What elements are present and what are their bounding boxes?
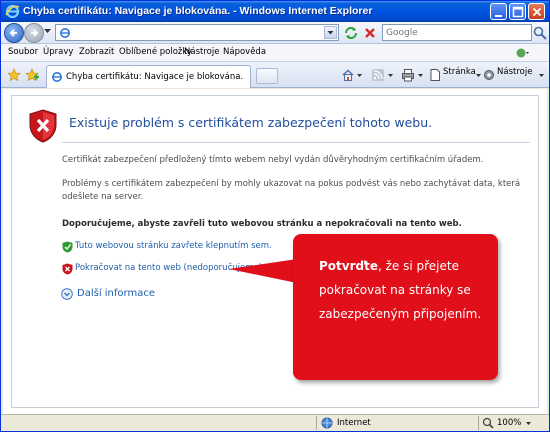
menu-view[interactable]: Zobrazit <box>79 47 114 57</box>
page-icon[interactable] <box>428 68 442 82</box>
security-zone-label: Internet <box>337 418 371 428</box>
maximize-icon <box>512 6 524 18</box>
page-heading: Existuje problém s certifikátem zabezpeč… <box>69 115 433 130</box>
forward-button[interactable] <box>24 23 44 43</box>
shield-error-icon <box>29 109 57 143</box>
favorites-star-icon[interactable] <box>7 68 21 82</box>
status-separator <box>478 416 479 430</box>
minimize-icon <box>495 15 502 17</box>
chevron-down-icon[interactable] <box>538 68 545 82</box>
close-button[interactable] <box>528 3 545 20</box>
window-title: Chyba certifikátu: Navigace je blokována… <box>23 5 373 17</box>
callout-bold: Potvrďte <box>319 259 378 273</box>
maximize-button[interactable] <box>509 3 526 20</box>
tab-command-bar: Chyba certifikátu: Navigace je blokována… <box>1 62 549 88</box>
chevron-down-icon <box>327 31 334 35</box>
menu-tools[interactable]: Nástroje <box>184 47 219 57</box>
tab-title: Chyba certifikátu: Navigace je blokována… <box>66 72 244 82</box>
menu-bar: Soubor Úpravy Zobrazit Oblíbené položky … <box>1 44 549 62</box>
add-favorites-icon[interactable] <box>25 68 39 82</box>
instruction-callout: Potvrďte, že si přejete pokračovat na st… <box>293 234 498 380</box>
search-icon[interactable] <box>532 25 548 41</box>
internet-globe-icon <box>321 417 333 429</box>
feeds-icon[interactable] <box>371 68 385 82</box>
chevron-down-icon[interactable] <box>387 68 394 82</box>
chevron-down-icon[interactable] <box>356 68 363 82</box>
address-dropdown-button[interactable] <box>324 26 337 39</box>
ie-page-icon <box>60 28 70 38</box>
shield-error-small-icon <box>62 263 73 275</box>
more-info-link[interactable]: Další informace <box>77 288 155 299</box>
ie-logo-icon <box>5 4 20 19</box>
certificate-message: Certifikát zabezpečení předložený tímto … <box>62 155 484 165</box>
expand-down-icon[interactable] <box>61 288 73 300</box>
chevron-down-icon[interactable] <box>525 417 532 429</box>
menu-help[interactable]: Nápověda <box>223 47 266 57</box>
chevron-down-icon[interactable] <box>475 68 482 82</box>
stop-icon[interactable] <box>362 25 378 41</box>
new-tab-button[interactable] <box>256 68 278 84</box>
continue-to-site-link[interactable]: Pokračovat na tento web (nedoporučujeme) <box>75 263 262 273</box>
status-separator <box>316 416 317 430</box>
page-menu-button[interactable]: Stránka <box>443 67 476 77</box>
callout-text: Potvrďte, že si přejete pokračovat na st… <box>319 254 491 326</box>
zoom-level[interactable]: 100% <box>497 418 521 428</box>
chevron-down-icon[interactable] <box>417 68 424 82</box>
menu-favorites[interactable]: Oblíbené položky <box>119 47 192 57</box>
title-bar: Chyba certifikátu: Navigace je blokována… <box>1 1 549 22</box>
tools-menu-button[interactable]: Nástroje <box>497 67 532 77</box>
menu-file[interactable]: Soubor <box>8 47 38 57</box>
print-icon[interactable] <box>401 68 415 82</box>
search-input[interactable] <box>383 25 513 40</box>
browser-window: Chyba certifikátu: Navigace je blokována… <box>0 0 550 432</box>
menu-edit[interactable]: Úpravy <box>43 47 73 57</box>
back-button[interactable] <box>4 23 24 43</box>
refresh-icon[interactable] <box>343 25 359 41</box>
divider <box>62 142 530 143</box>
ie-page-icon <box>52 72 62 82</box>
shield-ok-icon <box>62 241 73 253</box>
certificate-warning: Problémy s certifikátem zabezpečení by m… <box>62 179 521 202</box>
minimize-button[interactable] <box>490 3 507 20</box>
address-row <box>1 22 549 44</box>
home-icon[interactable] <box>341 68 355 82</box>
history-dropdown-icon[interactable] <box>44 29 51 34</box>
search-box[interactable] <box>382 24 547 41</box>
recommendation-text: Doporučujeme, abyste zavřeli tuto webovo… <box>62 219 462 229</box>
toolbar-extension-icon[interactable] <box>515 46 529 60</box>
address-field[interactable] <box>55 24 339 41</box>
tab-certificate-error[interactable]: Chyba certifikátu: Navigace je blokována… <box>46 65 251 88</box>
forward-arrow-icon <box>31 29 39 37</box>
status-bar: Internet 100% <box>1 414 549 431</box>
back-arrow-icon <box>9 29 17 37</box>
close-page-link[interactable]: Tuto webovou stránku zavřete klepnutím s… <box>75 241 272 251</box>
zoom-icon[interactable] <box>482 417 494 429</box>
close-icon <box>532 7 542 17</box>
gear-icon[interactable] <box>482 68 496 82</box>
